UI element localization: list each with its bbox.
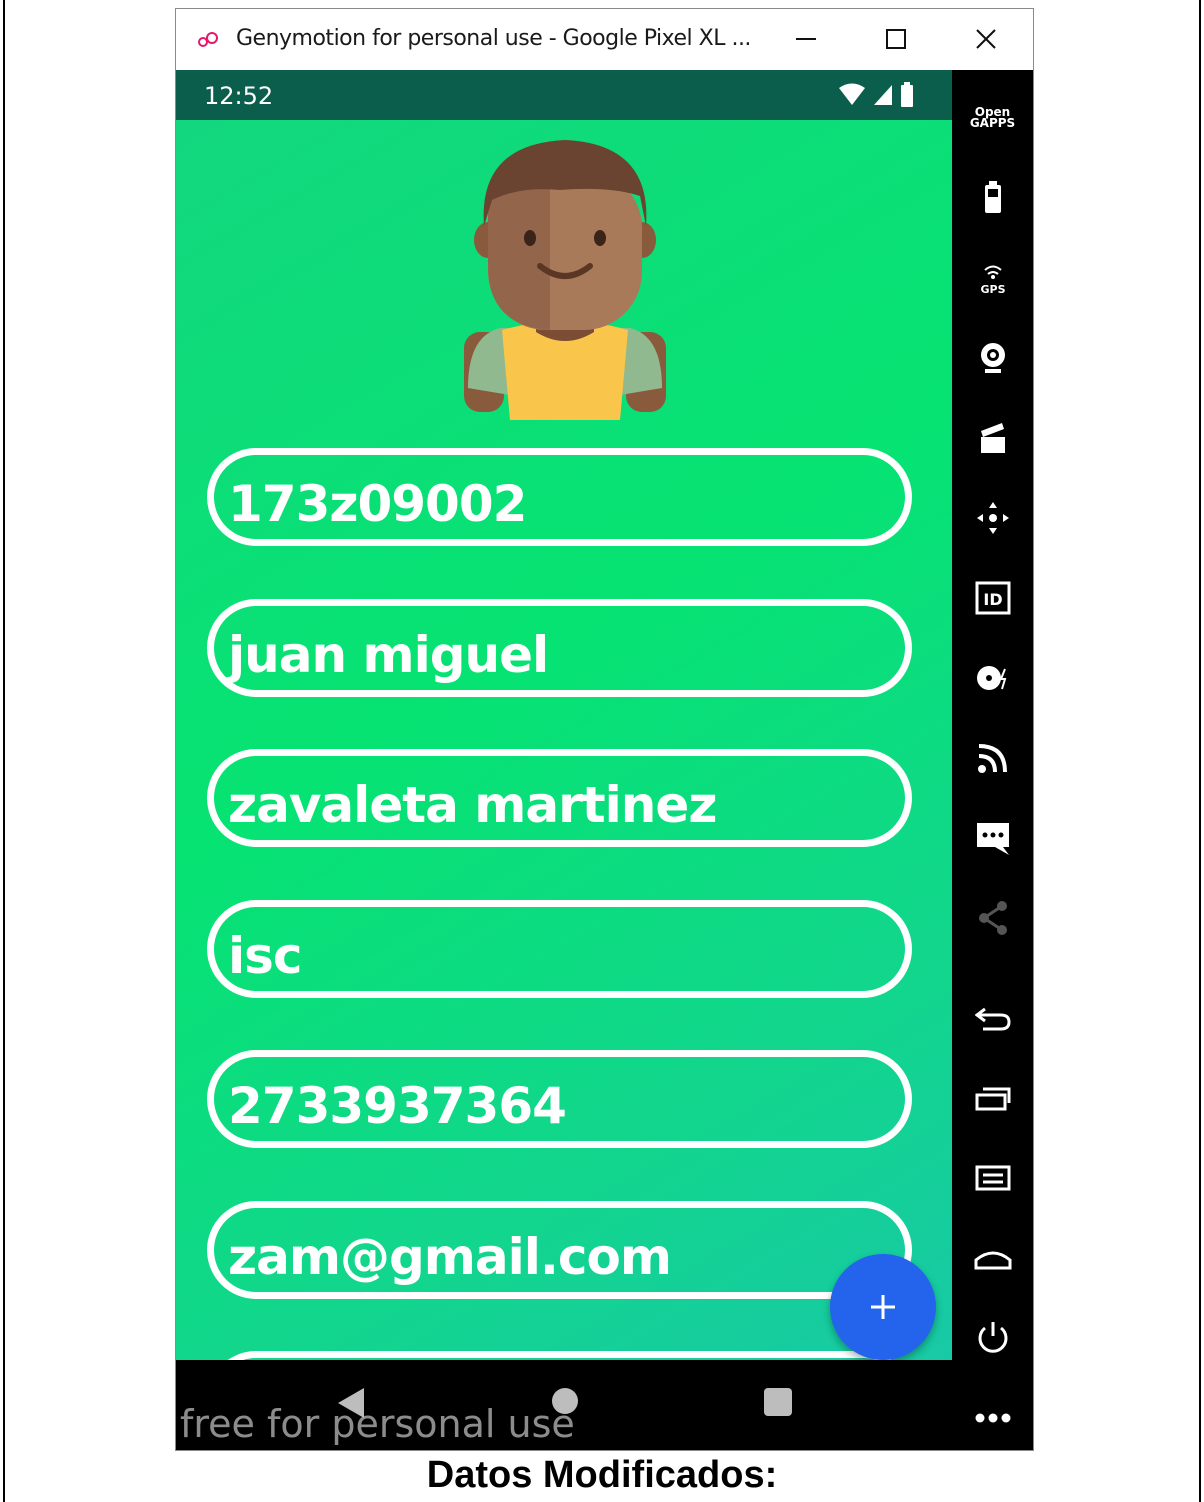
genymotion-toolbar: Open GAPPS GPS ID [952,70,1033,1450]
genymotion-logo-icon [198,32,218,47]
gps-tool-button[interactable]: GPS [952,248,1033,308]
email-value: zam@gmail.com [228,1228,672,1286]
sms-tool-button[interactable] [952,808,1033,868]
avatar [464,140,666,420]
undo-icon [974,1007,1011,1031]
extra-field[interactable] [207,1351,912,1360]
home-tool-button[interactable] [952,1228,1033,1288]
last-name-value: zavaleta martinez [228,776,717,834]
battery-icon [901,82,913,107]
power-button[interactable] [952,1308,1033,1368]
recents-icon[interactable] [764,1388,792,1416]
dpad-tool-button[interactable] [952,488,1033,548]
genymotion-window: Genymotion for personal use - Google Pix… [175,8,1034,1451]
rss-icon [977,744,1007,773]
first-name-field[interactable]: juan miguel [207,599,912,697]
maximize-button[interactable] [874,19,918,59]
id-label: ID [983,590,1002,609]
recent-apps-icon [975,1087,1010,1111]
menu-icon [975,1165,1010,1191]
status-icons [838,82,914,108]
maximize-icon [886,29,906,49]
share-icon [978,901,1007,935]
message-icon [976,823,1009,855]
status-bar: 12:52 [176,70,952,120]
minimize-icon [796,38,816,40]
window-title: Genymotion for personal use - Google Pix… [236,26,751,51]
career-value: isc [228,927,303,985]
open-gapps-label: Open GAPPS [969,105,1016,130]
open-gapps-button[interactable]: Open GAPPS [952,88,1033,148]
home-outline-icon [974,1251,1011,1270]
signal-icon [874,85,892,105]
gps-icon: GPS [980,265,1005,295]
watermark-text: free for personal use [180,1402,575,1446]
status-time: 12:52 [204,82,274,110]
plus-icon [871,1295,895,1319]
dpad-icon [976,502,1009,534]
add-fab-button[interactable] [830,1254,936,1360]
email-field[interactable]: zam@gmail.com [207,1201,912,1299]
window-titlebar[interactable]: Genymotion for personal use - Google Pix… [176,9,1033,70]
rotate-button[interactable] [952,988,1033,1048]
clapperboard-icon [980,423,1005,453]
id-icon: ID [975,581,1010,615]
close-icon [976,29,996,49]
capture-tool-button[interactable] [952,408,1033,468]
battery-tool-icon [984,181,1001,213]
student-id-field[interactable]: 173z09002 [207,448,912,546]
disk-io-icon [976,666,1006,690]
student-id-value: 173z09002 [228,475,527,533]
overview-button[interactable] [952,1068,1033,1128]
phone-field[interactable]: 2733937364 [207,1050,912,1148]
share-tool-button[interactable] [952,888,1033,948]
wifi-icon [839,83,865,105]
document-caption: Datos Modificados: [426,1454,778,1496]
phone-value: 2733937364 [228,1077,567,1135]
close-button[interactable] [964,19,1008,59]
device-id-button[interactable]: ID [952,568,1033,628]
more-icon [975,1413,1010,1423]
back-icon[interactable] [336,1386,366,1420]
minimize-button[interactable] [784,19,828,59]
phone-screen: 12:52 173z09002 juan miguel zavaleta mar… [176,70,952,1360]
first-name-value: juan miguel [228,626,549,684]
menu-button[interactable] [952,1148,1033,1208]
battery-tool-button[interactable] [952,168,1033,228]
more-options-button[interactable] [952,1388,1033,1448]
power-icon [978,1322,1007,1353]
disk-io-button[interactable] [952,648,1033,708]
last-name-field[interactable]: zavaleta martinez [207,749,912,847]
gps-label: GPS [980,283,1005,295]
camera-tool-button[interactable] [952,328,1033,388]
webcam-icon [980,343,1005,373]
android-nav-bar: free for personal use [176,1360,952,1450]
cast-tool-button[interactable] [952,728,1033,788]
home-icon[interactable] [552,1388,578,1414]
career-field[interactable]: isc [207,900,912,998]
